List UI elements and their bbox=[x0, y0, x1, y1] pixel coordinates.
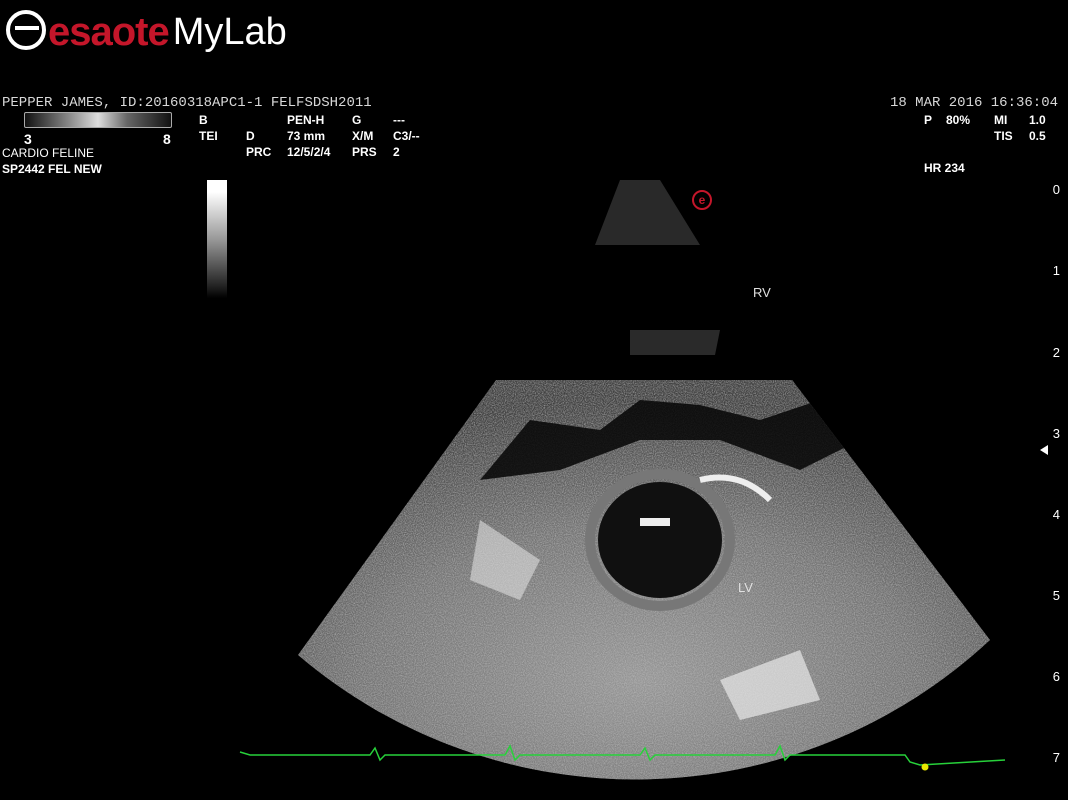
depth-mark: 1 bbox=[1052, 263, 1060, 278]
depth-mark: 2 bbox=[1052, 345, 1060, 360]
echo-sector bbox=[298, 380, 990, 780]
depth-mark: 0 bbox=[1052, 182, 1060, 197]
depth-mark: 6 bbox=[1052, 669, 1060, 684]
depth-mark: 4 bbox=[1052, 507, 1060, 522]
depth-mark: 5 bbox=[1052, 588, 1060, 603]
ultrasound-image bbox=[239, 180, 1048, 780]
label-lv: LV bbox=[738, 580, 753, 595]
depth-mark: 3 bbox=[1052, 426, 1060, 441]
ecg-marker-dot bbox=[921, 763, 929, 771]
near-field bbox=[595, 180, 700, 245]
depth-mark: 7 bbox=[1052, 750, 1060, 765]
probe-orientation-icon: e bbox=[692, 190, 712, 210]
focus-marker-icon bbox=[1040, 445, 1048, 455]
label-rv: RV bbox=[753, 285, 771, 300]
